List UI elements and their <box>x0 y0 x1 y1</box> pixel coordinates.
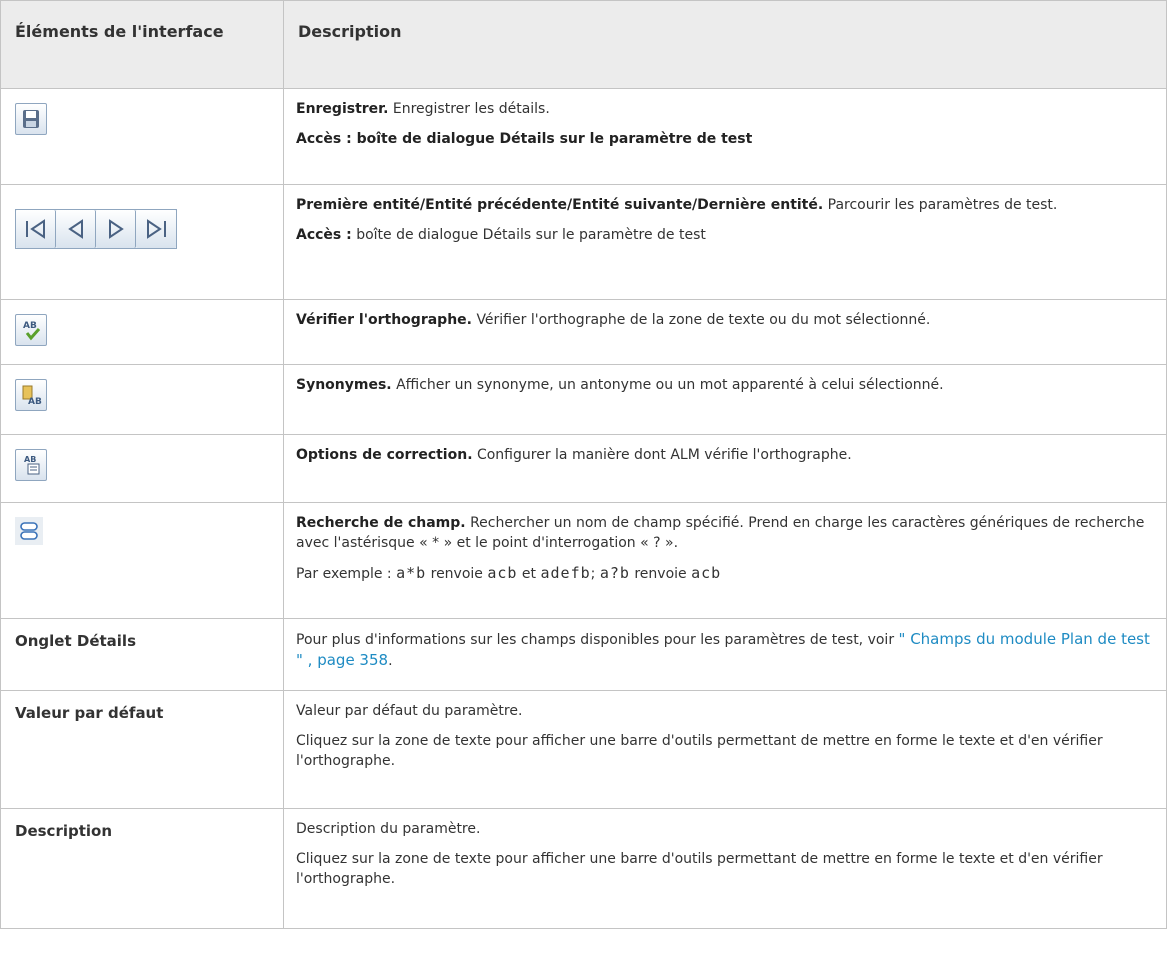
access-label: Accès : <box>296 227 352 243</box>
column-header-elements: Éléments de l'interface <box>0 0 284 89</box>
element-cell: AB <box>0 299 284 365</box>
row-text: Parcourir les paramètres de test. <box>827 197 1058 213</box>
first-entity-icon <box>16 210 56 248</box>
save-icon <box>15 103 47 135</box>
thesaurus-icon: AB <box>15 379 47 411</box>
table-row-navigation: Première entité/Entité précédente/Entité… <box>0 184 1167 300</box>
row-title: Première entité/Entité précédente/Entité… <box>296 197 824 213</box>
row-title: Vérifier l'orthographe. <box>296 312 472 328</box>
table-header-row: Éléments de l'interface Description <box>0 0 1167 89</box>
description-cell: Description du paramètre. Cliquez sur la… <box>283 808 1167 929</box>
example-result-2: adefb <box>540 564 591 582</box>
element-cell: AB <box>0 434 284 503</box>
example-result-1: acb <box>487 564 518 582</box>
row-title: Synonymes. <box>296 377 392 393</box>
description-cell: Pour plus d'informations sur les champs … <box>283 618 1167 691</box>
example-pattern-2: a?b <box>599 564 630 582</box>
description-cell: Enregistrer. Enregistrer les détails. Ac… <box>283 88 1167 185</box>
element-label: Valeur par défaut <box>0 690 284 809</box>
svg-text:AB: AB <box>23 321 37 331</box>
table-row-description: Description Description du paramètre. Cl… <box>0 808 1167 929</box>
row-text: Enregistrer les détails. <box>392 101 550 117</box>
table-row-spelling-options: AB Options de correction. Configurer la … <box>0 434 1167 503</box>
element-label: Description <box>0 808 284 929</box>
example-pattern-1: a*b <box>396 564 427 582</box>
svg-text:AB: AB <box>24 455 36 464</box>
table-row-save: Enregistrer. Enregistrer les détails. Ac… <box>0 88 1167 185</box>
table-row-details-tab: Onglet Détails Pour plus d'informations … <box>0 618 1167 691</box>
row-text: Valeur par défaut du paramètre. <box>296 703 523 719</box>
spelling-options-icon: AB <box>15 449 47 481</box>
previous-entity-icon <box>56 210 96 248</box>
element-cell <box>0 502 284 619</box>
row-title: Recherche de champ. <box>296 515 466 531</box>
next-entity-icon <box>96 210 136 248</box>
table-row-field-search: Recherche de champ. Rechercher un nom de… <box>0 502 1167 619</box>
table-row-spell-check: AB Vérifier l'orthographe. Vérifier l'or… <box>0 299 1167 365</box>
row-text: Configurer la manière dont ALM vérifie l… <box>476 447 852 463</box>
table-row-thesaurus: AB Synonymes. Afficher un synonyme, un a… <box>0 364 1167 435</box>
column-header-description: Description <box>283 0 1167 89</box>
interface-elements-table: Éléments de l'interface Description Enre… <box>0 0 1167 929</box>
row-text: Cliquez sur la zone de texte pour affich… <box>296 733 1103 769</box>
spell-check-icon: AB <box>15 314 47 346</box>
last-entity-icon <box>136 210 176 248</box>
description-cell: Valeur par défaut du paramètre. Cliquez … <box>283 690 1167 809</box>
row-text: Pour plus d'informations sur les champs … <box>296 632 899 648</box>
field-search-icon <box>15 517 43 545</box>
row-text: Vérifier l'orthographe de la zone de tex… <box>476 312 931 328</box>
element-cell: AB <box>0 364 284 435</box>
access-text: Accès : boîte de dialogue Détails sur le… <box>296 131 753 147</box>
access-text: boîte de dialogue Détails sur le paramèt… <box>356 227 706 243</box>
description-cell: Première entité/Entité précédente/Entité… <box>283 184 1167 300</box>
element-cell <box>0 184 284 300</box>
element-cell <box>0 88 284 185</box>
example-result-3: acb <box>691 564 722 582</box>
row-text: Description du paramètre. <box>296 821 481 837</box>
description-cell: Options de correction. Configurer la man… <box>283 434 1167 503</box>
row-text: Afficher un synonyme, un antonyme ou un … <box>396 377 944 393</box>
row-text: Cliquez sur la zone de texte pour affich… <box>296 851 1103 887</box>
description-cell: Synonymes. Afficher un synonyme, un anto… <box>283 364 1167 435</box>
table-row-default-value: Valeur par défaut Valeur par défaut du p… <box>0 690 1167 809</box>
row-title: Enregistrer. <box>296 101 389 117</box>
description-cell: Recherche de champ. Rechercher un nom de… <box>283 502 1167 619</box>
navigation-toolbar <box>15 209 177 249</box>
example-line: Par exemple : a*b renvoie acb et adefb; … <box>296 564 722 582</box>
description-cell: Vérifier l'orthographe. Vérifier l'ortho… <box>283 299 1167 365</box>
row-title: Options de correction. <box>296 447 473 463</box>
svg-text:AB: AB <box>28 397 42 407</box>
element-label: Onglet Détails <box>0 618 284 691</box>
